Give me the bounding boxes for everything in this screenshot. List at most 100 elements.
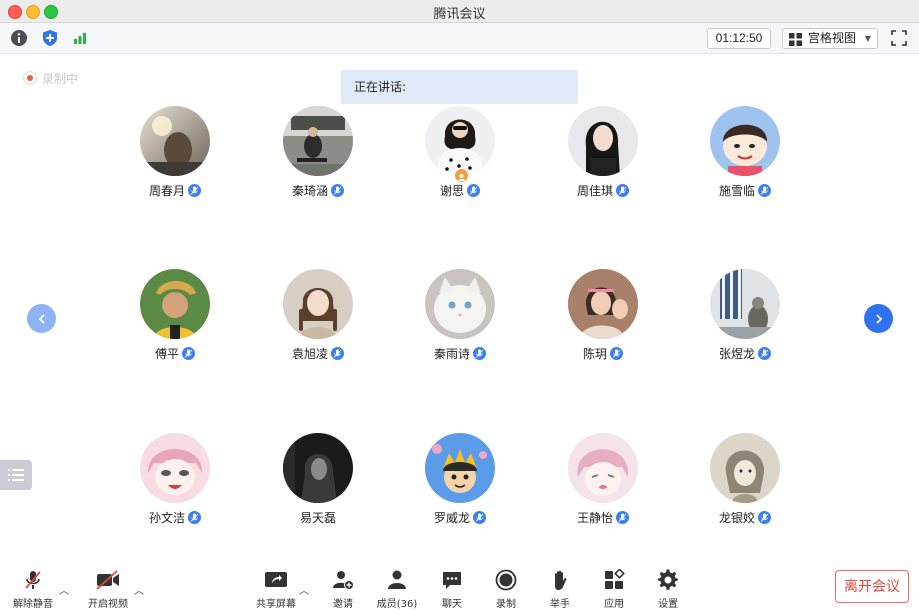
members-icon [388, 570, 406, 589]
members-button[interactable]: 成员(36) [371, 568, 423, 610]
avatar [425, 433, 495, 503]
mic-icon [331, 346, 344, 360]
mic-icon [188, 510, 201, 524]
participant-tile[interactable]: 周春月 [105, 106, 245, 216]
view-mode-label: 宫格视图 [808, 31, 857, 45]
mic-icon [467, 183, 480, 197]
info-icon[interactable] [9, 28, 29, 48]
participant-tile[interactable]: 陈玥 [533, 269, 673, 379]
leave-meeting-button[interactable]: 离开会议 [835, 570, 909, 603]
participant-name: 王静怡 [576, 510, 613, 525]
participant-name-row: 罗威龙 [390, 509, 530, 525]
raise-hand-button[interactable]: 举手 [534, 568, 586, 610]
start-video-button[interactable]: 开启视频 [82, 568, 134, 610]
participant-name: 傅平 [154, 346, 179, 361]
shield-icon[interactable] [40, 28, 60, 48]
mic-icon [182, 346, 195, 360]
audio-options-chevron-icon[interactable]: ︿ [59, 582, 69, 597]
next-page-button[interactable] [864, 304, 893, 333]
participant-tile[interactable]: 傅平 [105, 269, 245, 379]
participant-tile[interactable]: 罗威龙 [390, 433, 530, 543]
mic-icon [188, 183, 201, 197]
participant-tile[interactable]: 易天磊 [248, 433, 388, 543]
record-label: 录制 [496, 599, 516, 610]
mic-icon [758, 346, 771, 360]
unmute-button[interactable]: 解除静音 [7, 568, 59, 610]
invite-label: 邀请 [333, 599, 353, 610]
participant-tile[interactable]: 周佳琪 [533, 106, 673, 216]
participant-tile[interactable]: 王静怡 [533, 433, 673, 543]
avatar [710, 269, 780, 339]
raise-hand-icon [555, 570, 567, 590]
record-icon [495, 569, 517, 591]
participant-name-row: 谢思 [390, 182, 530, 198]
raise-hand-label: 举手 [550, 599, 570, 610]
recording-dot-icon [24, 72, 36, 84]
participant-name: 龙银姣 [718, 510, 755, 525]
share-screen-label: 共享屏幕 [256, 599, 296, 610]
participant-tile[interactable]: 袁旭凌 [248, 269, 388, 379]
chat-label: 聊天 [442, 599, 462, 610]
participant-name: 易天磊 [299, 510, 336, 525]
top-toolbar: 01:12:50 宫格视图 ▼ [0, 23, 919, 54]
participant-name: 陈玥 [582, 346, 607, 361]
side-panel-toggle[interactable] [0, 460, 32, 490]
settings-button[interactable]: 设置 [642, 568, 694, 610]
video-off-icon [96, 570, 119, 590]
unmute-label: 解除静音 [13, 599, 53, 610]
participant-name: 施雪临 [718, 183, 755, 198]
view-mode-select[interactable]: 宫格视图 ▼ [782, 28, 878, 49]
avatar [710, 433, 780, 503]
participant-tile[interactable]: 施雪临 [675, 106, 815, 216]
avatar [568, 433, 638, 503]
speaking-banner: 正在讲话: [341, 70, 578, 104]
participant-name-row: 秦雨诗 [390, 345, 530, 361]
title-bar: 腾讯会议 [0, 0, 919, 23]
participant-name-row: 易天磊 [248, 509, 388, 525]
record-button[interactable]: 录制 [480, 568, 532, 610]
signal-icon[interactable] [70, 28, 90, 48]
share-options-chevron-icon[interactable]: ︿ [299, 582, 309, 597]
invite-user-icon [333, 571, 354, 590]
participant-tile[interactable]: 秦雨诗 [390, 269, 530, 379]
participant-name-row: 傅平 [105, 345, 245, 361]
mic-icon [616, 183, 629, 197]
share-screen-button[interactable]: 共享屏幕 [250, 568, 302, 610]
bottom-control-bar: 解除静音 ︿ 开启视频 ︿ 共享屏幕 ︿ 邀请 成员(36) 聊天 录制 举手 … [0, 560, 919, 612]
chevron-left-icon [38, 313, 45, 324]
video-options-chevron-icon[interactable]: ︿ [134, 582, 144, 597]
mic-icon [758, 510, 771, 524]
participant-name-row: 张煜龙 [675, 345, 815, 361]
mic-icon [610, 346, 623, 360]
mic-icon [331, 183, 344, 197]
participant-name-row: 周佳琪 [533, 182, 673, 198]
start-video-label: 开启视频 [88, 599, 128, 610]
avatar [283, 433, 353, 503]
participant-tile[interactable]: 张煜龙 [675, 269, 815, 379]
participant-name: 周春月 [148, 183, 185, 198]
meeting-timer: 01:12:50 [707, 28, 771, 49]
window-title: 腾讯会议 [433, 7, 486, 22]
participant-tile[interactable]: 谢思 [390, 106, 530, 216]
share-screen-icon [265, 572, 287, 587]
grid-view-icon [789, 33, 802, 52]
invite-button[interactable]: 邀请 [317, 568, 369, 610]
gear-icon [657, 569, 679, 590]
mic-icon [616, 510, 629, 524]
apps-label: 应用 [604, 599, 624, 610]
chat-button[interactable]: 聊天 [426, 568, 478, 610]
avatar [283, 269, 353, 339]
participant-name-row: 秦琦涵 [248, 182, 388, 198]
caret-down-icon: ▼ [864, 34, 871, 43]
apps-button[interactable]: 应用 [588, 568, 640, 610]
previous-page-button[interactable] [27, 304, 56, 333]
participant-name: 秦琦涵 [291, 183, 328, 198]
participant-name: 周佳琪 [576, 183, 613, 198]
mic-muted-icon [25, 571, 41, 589]
participant-tile[interactable]: 龙银姣 [675, 433, 815, 543]
participant-tile[interactable]: 秦琦涵 [248, 106, 388, 216]
fullscreen-icon[interactable] [889, 28, 909, 48]
participant-tile[interactable]: 孙文洁 [105, 433, 245, 543]
recording-label: 录制中 [42, 71, 79, 86]
participant-name: 袁旭凌 [291, 346, 328, 361]
